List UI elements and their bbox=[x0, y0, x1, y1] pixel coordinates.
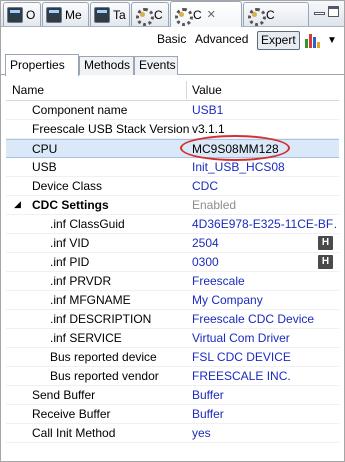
property-value[interactable]: v3.1.1 bbox=[192, 122, 225, 136]
view-tab-ta[interactable]: Ta bbox=[90, 2, 130, 26]
property-name: Device Class bbox=[32, 179, 103, 193]
tab-methods[interactable]: Methods bbox=[79, 56, 134, 75]
bar-chart-icon[interactable] bbox=[304, 32, 322, 48]
property-value[interactable]: Freescale bbox=[192, 274, 245, 288]
property-value[interactable]: Init_USB_HCS08 bbox=[192, 160, 285, 174]
property-value[interactable]: My Company bbox=[192, 293, 263, 307]
table-row[interactable]: .inf SERVICE Virtual Com Driver bbox=[6, 329, 339, 348]
property-name: .inf PID bbox=[50, 255, 90, 269]
property-name: .inf PRVDR bbox=[50, 274, 112, 288]
view-tab-label: O bbox=[26, 7, 36, 22]
minimize-icon[interactable] bbox=[313, 4, 326, 20]
table-row[interactable]: Freescale USB Stack Version v3.1.1 bbox=[6, 120, 339, 139]
hex-toggle-button[interactable]: H bbox=[318, 236, 333, 250]
expand-toggle-icon[interactable]: ◢ bbox=[14, 199, 21, 210]
table-row[interactable]: Device Class CDC bbox=[6, 177, 339, 196]
property-name: CDC Settings bbox=[32, 198, 109, 212]
property-name: Bus reported device bbox=[50, 350, 157, 364]
table-row[interactable]: Call Init Method yes bbox=[6, 424, 339, 443]
table-row[interactable]: Send Buffer Buffer bbox=[6, 386, 339, 405]
property-value[interactable]: Buffer bbox=[192, 407, 224, 421]
view-tab-me[interactable]: Me bbox=[42, 2, 89, 26]
table-header: Name Value bbox=[6, 79, 339, 101]
column-divider[interactable] bbox=[186, 81, 187, 99]
tab-properties[interactable]: Properties bbox=[5, 54, 79, 76]
table-row[interactable]: .inf VID 2504 H bbox=[6, 234, 339, 253]
view-tab-c1[interactable]: C bbox=[131, 2, 169, 26]
property-name: USB bbox=[32, 160, 57, 174]
maximize-icon[interactable] bbox=[327, 4, 341, 20]
table-row-group[interactable]: ◢ CDC Settings Enabled bbox=[6, 196, 339, 215]
table-row[interactable]: .inf DESCRIPTION Freescale CDC Device bbox=[6, 310, 339, 329]
property-value[interactable]: Enabled bbox=[192, 198, 236, 212]
column-header-name[interactable]: Name bbox=[12, 83, 44, 97]
property-value[interactable]: Virtual Com Driver bbox=[192, 331, 290, 345]
property-name: .inf MFGNAME bbox=[50, 293, 131, 307]
advanced-mode-button[interactable]: Advanced bbox=[192, 31, 251, 50]
close-icon[interactable]: ✕ bbox=[207, 8, 216, 21]
console-icon bbox=[7, 6, 23, 23]
table-row[interactable]: .inf MFGNAME My Company bbox=[6, 291, 339, 310]
console-icon bbox=[46, 6, 62, 23]
property-name: Call Init Method bbox=[32, 426, 116, 440]
view-tab-label: Me bbox=[65, 7, 82, 22]
inspector-tabs: Properties Methods Events bbox=[1, 54, 344, 76]
property-name: CPU bbox=[32, 142, 58, 156]
property-name: Component name bbox=[32, 103, 128, 117]
view-tab-output[interactable]: O bbox=[3, 2, 41, 26]
table-row[interactable]: Component name USB1 bbox=[6, 101, 339, 120]
properties-panel: O Me Ta C C ✕ C Basic Advanced Expert ▼ … bbox=[0, 0, 345, 462]
view-mode-toolbar: Basic Advanced Expert ▼ bbox=[1, 28, 344, 52]
property-name: .inf VID bbox=[50, 236, 90, 250]
property-value[interactable]: Freescale CDC Device bbox=[192, 312, 314, 326]
view-tab-bar: O Me Ta C C ✕ C bbox=[1, 1, 344, 27]
property-name: .inf SERVICE bbox=[50, 331, 122, 345]
property-value[interactable]: 4D36E978-E325-11CE-BF… bbox=[192, 217, 338, 231]
highlight-ellipse bbox=[180, 135, 290, 161]
property-name: .inf ClassGuid bbox=[50, 217, 125, 231]
gear-icon bbox=[247, 7, 266, 26]
property-value[interactable]: Buffer bbox=[192, 388, 224, 402]
table-row[interactable]: USB Init_USB_HCS08 bbox=[6, 158, 339, 177]
property-value[interactable]: 0300 bbox=[192, 255, 219, 269]
view-tab-c-active[interactable]: C ✕ bbox=[170, 1, 242, 27]
view-tab-label: C bbox=[154, 7, 163, 22]
property-name: Send Buffer bbox=[32, 388, 96, 402]
console-icon bbox=[94, 6, 110, 23]
gear-icon bbox=[174, 7, 193, 26]
table-row[interactable]: .inf ClassGuid 4D36E978-E325-11CE-BF… bbox=[6, 215, 339, 234]
view-tab-c3[interactable]: C bbox=[243, 2, 309, 26]
tab-events[interactable]: Events bbox=[134, 56, 178, 75]
basic-mode-button[interactable]: Basic bbox=[154, 31, 189, 50]
table-row[interactable]: .inf PRVDR Freescale bbox=[6, 272, 339, 291]
gear-icon bbox=[135, 7, 154, 26]
tab-label: Properties bbox=[10, 58, 65, 72]
view-tab-label: Ta bbox=[113, 7, 126, 22]
view-menu-icon[interactable]: ▼ bbox=[327, 35, 337, 46]
table-row[interactable]: Bus reported device FSL CDC DEVICE bbox=[6, 348, 339, 367]
table-row[interactable]: .inf PID 0300 H bbox=[6, 253, 339, 272]
property-name: Freescale USB Stack Version bbox=[32, 122, 190, 136]
hex-toggle-button[interactable]: H bbox=[318, 255, 333, 269]
tab-label: Methods bbox=[84, 58, 131, 72]
table-row[interactable]: Bus reported vendor FREESCALE INC. bbox=[6, 367, 339, 386]
property-value[interactable]: FSL CDC DEVICE bbox=[192, 350, 291, 364]
expert-mode-button[interactable]: Expert bbox=[257, 31, 300, 50]
tab-label: Events bbox=[139, 58, 176, 72]
property-name: Receive Buffer bbox=[32, 407, 111, 421]
view-tab-label: C bbox=[266, 7, 275, 22]
property-value[interactable]: CDC bbox=[192, 179, 218, 193]
property-name: Bus reported vendor bbox=[50, 369, 159, 383]
table-row[interactable]: Receive Buffer Buffer bbox=[6, 405, 339, 424]
property-value[interactable]: yes bbox=[192, 426, 211, 440]
property-name: .inf DESCRIPTION bbox=[50, 312, 152, 326]
properties-table: Name Value Component name USB1 Freescale… bbox=[6, 79, 339, 443]
view-tab-label: C bbox=[193, 7, 202, 22]
column-header-value[interactable]: Value bbox=[192, 83, 222, 97]
property-value[interactable]: FREESCALE INC. bbox=[192, 369, 291, 383]
property-value[interactable]: USB1 bbox=[192, 103, 223, 117]
property-value[interactable]: 2504 bbox=[192, 236, 219, 250]
